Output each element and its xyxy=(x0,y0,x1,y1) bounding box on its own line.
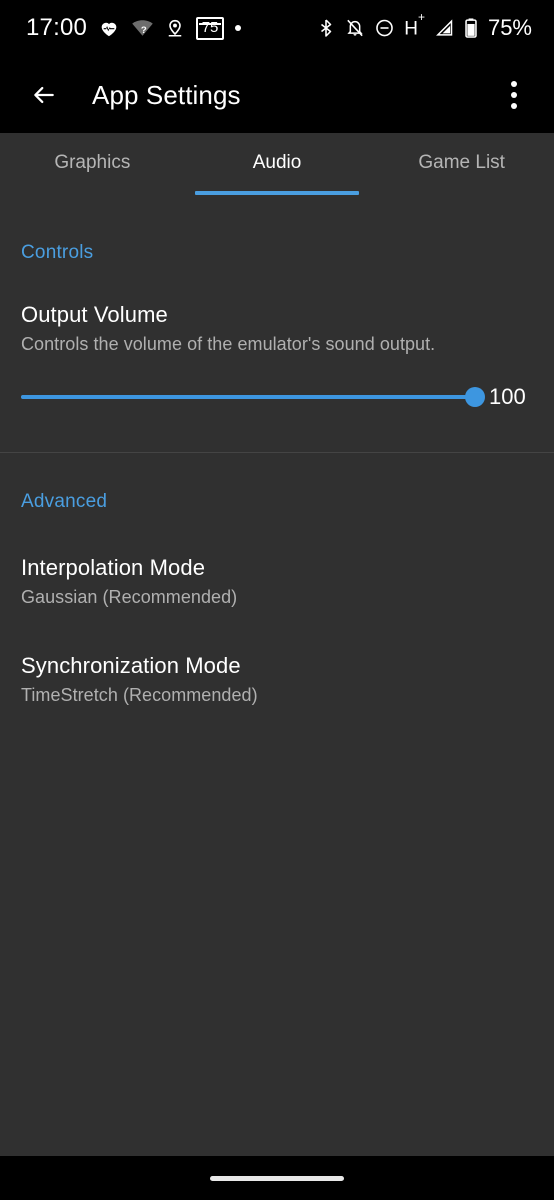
badge-75-icon: 75 xyxy=(196,16,225,40)
slider-fill xyxy=(21,394,475,399)
tab-graphics-label: Graphics xyxy=(54,151,131,173)
preference-title: Interpolation Mode xyxy=(21,554,206,580)
section-header-controls: Controls xyxy=(21,242,94,263)
overflow-dot-icon xyxy=(511,102,517,109)
status-clock: 17:00 xyxy=(26,14,88,41)
preference-title: Synchronization Mode xyxy=(21,652,241,678)
heart-pulse-icon xyxy=(98,17,120,39)
preference-synchronization-mode[interactable]: Synchronization Mode TimeStretch (Recomm… xyxy=(0,609,554,707)
output-volume-value: 100 xyxy=(489,383,526,409)
tab-bar: Graphics Audio Game List xyxy=(0,133,554,195)
tab-audio[interactable]: Audio xyxy=(185,133,370,195)
settings-content: Controls Output Volume Controls the volu… xyxy=(0,195,554,1156)
section-header-advanced: Advanced xyxy=(21,490,108,512)
notifications-muted-icon xyxy=(345,17,365,39)
phone-screen: 17:00 ? 75 H+ 75% App Settings Graphics … xyxy=(0,0,554,1200)
home-gesture-handle[interactable] xyxy=(210,1175,344,1181)
preference-output-volume[interactable]: Output Volume Controls the volume of the… xyxy=(0,262,554,414)
preference-title: Output Volume xyxy=(21,302,168,327)
preference-summary: Controls the volume of the emulator's so… xyxy=(21,334,436,355)
overflow-menu-button[interactable] xyxy=(492,73,536,117)
tab-graphics[interactable]: Graphics xyxy=(0,133,185,195)
battery-icon xyxy=(464,17,478,39)
back-button[interactable] xyxy=(22,73,66,117)
location-pin-icon xyxy=(165,17,185,39)
overflow-dot-icon xyxy=(511,80,517,87)
do-not-disturb-icon xyxy=(374,17,395,39)
preference-summary: TimeStretch (Recommended) xyxy=(21,685,258,706)
tab-game-list-label: Game List xyxy=(418,151,505,173)
preference-summary: Gaussian (Recommended) xyxy=(21,587,238,608)
preference-interpolation-mode[interactable]: Interpolation Mode Gaussian (Recommended… xyxy=(0,511,554,609)
signal-strength-icon xyxy=(434,17,455,39)
wifi-unknown-icon: ? xyxy=(131,17,154,39)
network-hplus-icon: H+ xyxy=(404,9,425,40)
status-bar: 17:00 ? 75 H+ 75% xyxy=(0,0,554,56)
arrow-left-icon xyxy=(34,86,54,103)
navigation-bar xyxy=(0,1156,554,1200)
status-bar-right: H+ 75% xyxy=(316,9,532,40)
tab-game-list[interactable]: Game List xyxy=(369,133,554,195)
dot-indicator-icon xyxy=(235,25,242,31)
section-advanced: Advanced Interpolation Mode Gaussian (Re… xyxy=(0,453,554,707)
battery-percent-label: 75% xyxy=(487,15,532,40)
tab-audio-label: Audio xyxy=(252,151,302,173)
overflow-dot-icon xyxy=(511,91,517,98)
output-volume-slider[interactable] xyxy=(21,380,485,414)
status-bar-left: 17:00 ? 75 xyxy=(26,14,242,41)
svg-text:?: ? xyxy=(141,25,147,36)
slider-thumb[interactable] xyxy=(465,386,485,407)
bluetooth-icon xyxy=(316,17,336,39)
section-controls: Controls Output Volume Controls the volu… xyxy=(0,195,554,414)
app-bar: App Settings xyxy=(0,56,554,133)
page-title: App Settings xyxy=(92,79,241,110)
output-volume-slider-row: 100 xyxy=(0,380,554,414)
